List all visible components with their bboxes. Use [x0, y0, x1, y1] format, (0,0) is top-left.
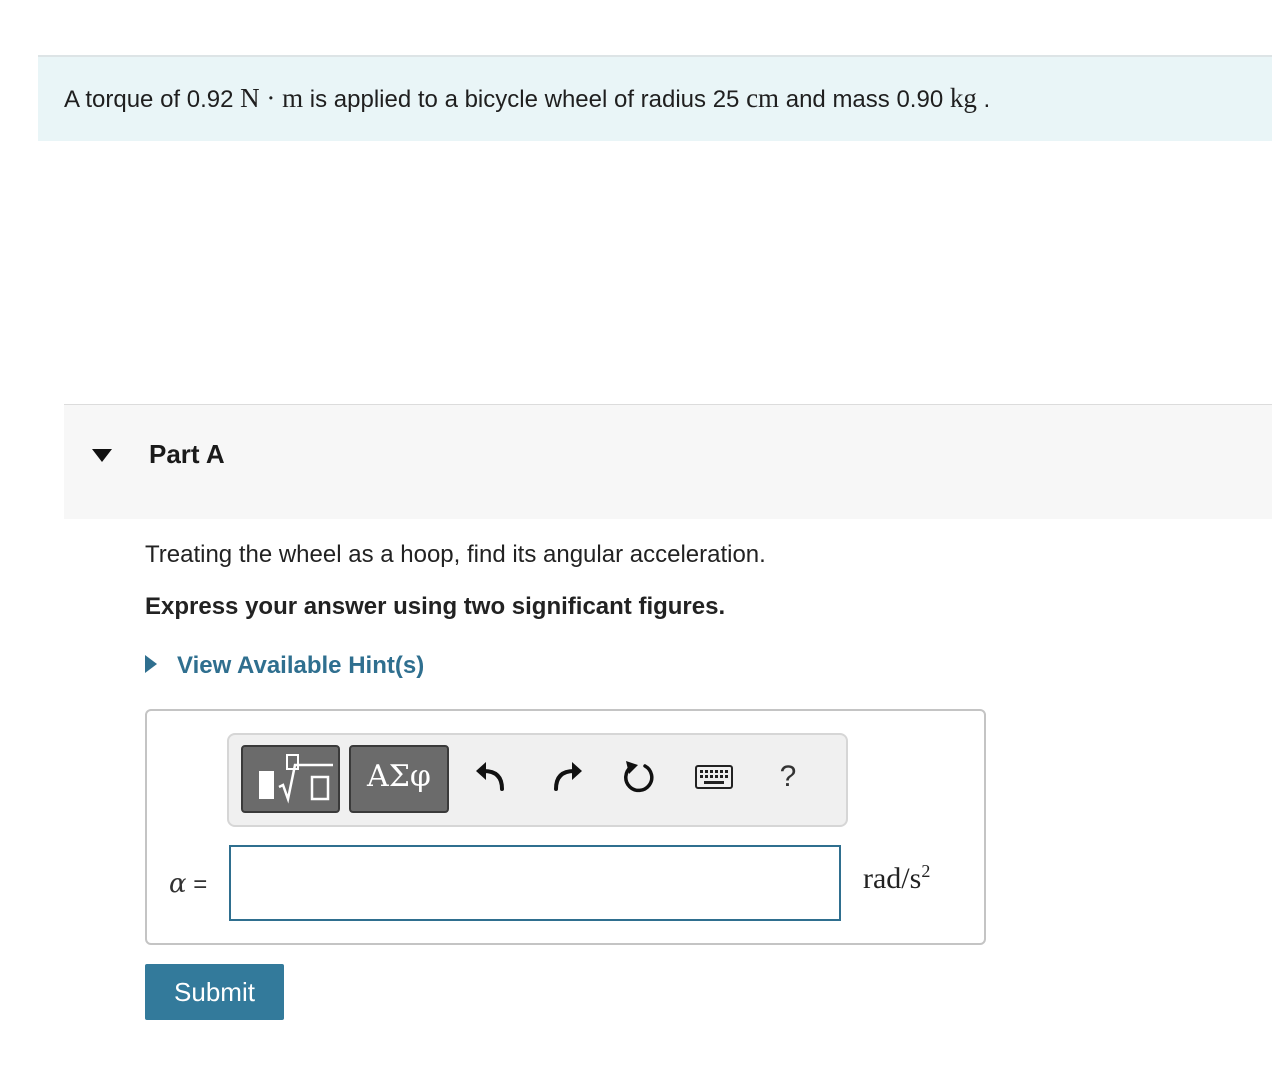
unit-label: rad/s2: [863, 861, 930, 896]
reset-icon[interactable]: [621, 759, 657, 795]
part-a-header[interactable]: Part A: [64, 404, 1272, 519]
problem-text-part-2: is applied to a bicycle wheel of radius …: [303, 86, 747, 113]
undo-icon[interactable]: [472, 759, 508, 795]
problem-text: A torque of 0.92 N · m is applied to a b…: [64, 83, 990, 114]
help-icon[interactable]: ?: [770, 759, 806, 795]
view-hints-label[interactable]: View Available Hint(s): [177, 652, 424, 680]
unit-base: rad/s: [863, 862, 922, 895]
keyboard-icon[interactable]: [694, 759, 734, 795]
problem-statement: A torque of 0.92 N · m is applied to a b…: [38, 55, 1272, 141]
answer-input[interactable]: [229, 845, 841, 921]
submit-button[interactable]: Submit: [145, 964, 284, 1020]
problem-text-part-4: .: [976, 86, 991, 113]
problem-text-part-1: A torque of 0.92: [64, 86, 241, 113]
collapse-caret-icon[interactable]: [92, 449, 112, 462]
instruction-text: Express your answer using two significan…: [145, 593, 726, 620]
torque-unit: N · m: [240, 83, 304, 113]
equals-sign: =: [186, 871, 208, 898]
question-text: Treating the wheel as a hoop, find its a…: [145, 541, 766, 568]
templates-button[interactable]: [241, 745, 340, 813]
alpha-symbol: α: [169, 869, 187, 899]
math-toolbar: ΑΣφ ?: [227, 733, 848, 827]
answer-box: ΑΣφ ? α = rad/s2: [145, 709, 986, 945]
greek-letters-icon: ΑΣφ: [367, 759, 431, 794]
problem-text-part-3: and mass 0.90: [779, 86, 950, 113]
greek-letters-button[interactable]: ΑΣφ: [349, 745, 449, 813]
templates-icon: [259, 754, 333, 804]
unit-exponent: 2: [921, 861, 931, 881]
expand-caret-icon: [145, 655, 157, 673]
mass-unit: kg: [949, 83, 977, 113]
radius-unit: cm: [746, 83, 780, 113]
answer-variable-label: α =: [169, 869, 207, 899]
redo-icon[interactable]: [550, 759, 586, 795]
part-title: Part A: [149, 439, 225, 469]
